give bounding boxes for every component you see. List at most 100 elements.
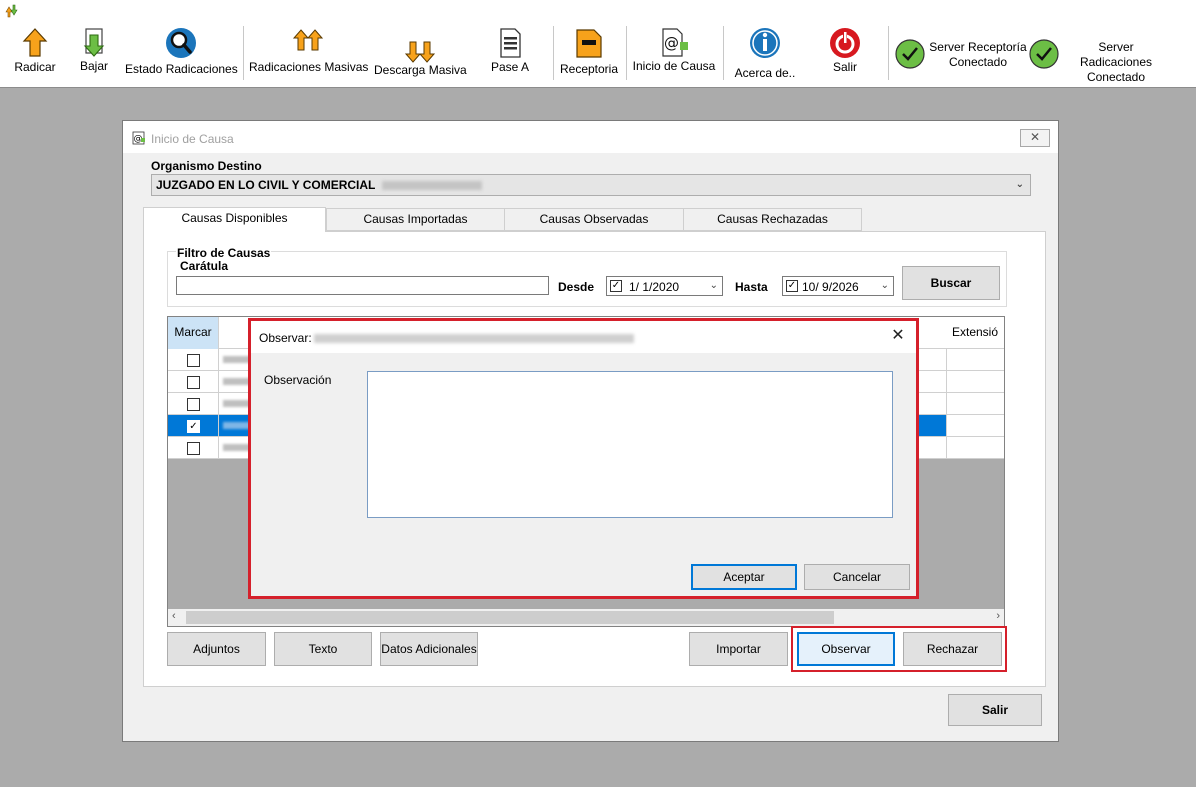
at-document-icon: @ [132,131,145,145]
radicar-button[interactable]: Radicar [12,24,58,84]
redacted-text [382,181,483,191]
dialog-close-button[interactable]: ✕ [888,326,908,346]
server-receptoria-name: Server Receptoría [929,40,1027,54]
desde-label: Desde [558,280,595,294]
scroll-left-icon[interactable]: ‹ [172,610,176,622]
tab-causas-disponibles[interactable]: Causas Disponibles [143,207,326,232]
radicaciones-masivas-label: Radicaciones Masivas [249,60,369,74]
datos-adicionales-button[interactable]: Datos Adicionales [380,632,478,666]
document-icon [500,28,521,58]
server-radicaciones-label: Server Radicaciones Conectado [1062,40,1170,85]
column-header-extension[interactable]: Extensió [946,317,1004,349]
toolbar-separator [723,26,724,80]
server-receptoria-status: Server Receptoría Conectado [894,38,1030,72]
extension-cell [946,393,1004,415]
salir-toolbar-label: Salir [832,60,857,74]
power-icon [830,28,860,58]
caratula-input[interactable] [176,276,549,295]
upload-arrow-icon [22,28,48,57]
estado-radicaciones-button[interactable]: Estado Radicaciones [125,24,238,84]
pase-a-label: Pase A [490,60,530,74]
check-icon [895,39,925,69]
hasta-checkbox[interactable]: ✓ [786,280,798,292]
toolbar-separator [626,26,627,80]
observacion-textarea[interactable] [367,371,893,518]
svg-text:@: @ [664,34,679,52]
search-icon [166,28,196,58]
row-checkbox[interactable] [187,354,200,367]
info-icon [750,28,780,58]
hasta-label: Hasta [735,280,768,294]
bajar-label: Bajar [79,59,108,73]
pase-a-button[interactable]: Pase A [488,24,532,84]
window-titlebar: @ Inicio de Causa ✕ [123,121,1058,153]
row-checkbox[interactable] [187,442,200,455]
hasta-date-value: 10/ 9/2026 [802,280,859,294]
server-receptoria-label: Server Receptoría Conectado [928,40,1028,70]
acerca-de-label: Acerca de.. [734,66,796,80]
bajar-button[interactable]: Bajar [76,24,112,84]
extension-cell [946,437,1004,459]
organismo-destino-label: Organismo Destino [151,159,262,173]
server-radicaciones-name: Server Radicaciones [1079,40,1153,69]
extension-cell [946,415,1004,437]
marcar-cell[interactable] [168,349,219,371]
radicaciones-masivas-button[interactable]: Radicaciones Masivas [249,24,369,84]
radicar-label: Radicar [14,60,56,74]
window-close-button[interactable]: ✕ [1020,129,1050,147]
row-checkbox-checked[interactable]: ✓ [187,420,200,433]
estado-radicaciones-label: Estado Radicaciones [125,62,238,76]
marcar-cell[interactable]: ✓ [168,415,219,437]
marcar-cell[interactable] [168,437,219,459]
extension-cell [946,349,1004,371]
download-arrow-icon [83,28,105,57]
tab-causas-observadas[interactable]: Causas Observadas [504,208,684,231]
server-radicaciones-status: Server Radicaciones Conectado [1028,38,1178,84]
receptoria-button[interactable]: Receptoria [557,24,621,84]
filtro-de-causas-legend: Filtro de Causas [176,246,272,260]
dialog-title-text: Observar: [259,331,312,345]
organismo-destino-value: JUZGADO EN LO CIVIL Y COMERCIAL [156,178,376,192]
row-checkbox[interactable] [187,398,200,411]
toolbar-separator [553,26,554,80]
importar-button[interactable]: Importar [689,632,788,666]
salir-toolbar-button[interactable]: Salir [823,24,867,84]
marcar-cell[interactable] [168,393,219,415]
caratula-label: Carátula [180,259,229,273]
column-header-marcar[interactable]: Marcar [168,317,219,349]
scroll-right-icon[interactable]: › [996,610,1000,622]
cancelar-button[interactable]: Cancelar [804,564,910,590]
desde-checkbox[interactable]: ✓ [610,280,622,292]
desde-date-picker[interactable]: ✓ 1/ 1/2020 ⌄ [606,276,723,296]
salir-button[interactable]: Salir [948,694,1042,726]
tab-causas-importadas[interactable]: Causas Importadas [326,208,505,231]
chevron-down-icon: ⌄ [880,280,889,291]
texto-button[interactable]: Texto [274,632,372,666]
inicio-de-causa-label: Inicio de Causa [632,59,716,73]
buscar-button[interactable]: Buscar [902,266,1000,300]
highlight-box-observar-rechazar [791,626,1007,672]
server-receptoria-state: Conectado [948,55,1008,69]
check-icon [1029,39,1059,69]
marcar-cell[interactable] [168,371,219,393]
dialog-titlebar: Observar: ✕ [251,321,916,353]
filtro-de-causas-group: Filtro de Causas Carátula Desde ✓ 1/ 1/2… [167,246,1007,307]
extension-cell [946,371,1004,393]
toolbar-separator [243,26,244,80]
descarga-masiva-button[interactable]: Descarga Masiva [374,24,467,84]
organismo-destino-select[interactable]: JUZGADO EN LO CIVIL Y COMERCIAL ⌄ [151,174,1031,196]
redacted-text [313,334,634,344]
window-title: Inicio de Causa [151,132,234,146]
adjuntos-button[interactable]: Adjuntos [167,632,266,666]
multi-download-icon [404,41,436,63]
acerca-de-button[interactable]: Acerca de.. [730,24,800,84]
hasta-date-picker[interactable]: ✓ 10/ 9/2026 ⌄ [782,276,894,296]
grid-horizontal-scrollbar[interactable]: ‹ › [168,609,1004,626]
receptoria-label: Receptoria [559,62,619,76]
chevron-down-icon: ⌄ [709,280,718,291]
tab-causas-rechazadas[interactable]: Causas Rechazadas [683,208,862,231]
inicio-de-causa-button[interactable]: @ Inicio de Causa [630,24,718,84]
row-checkbox[interactable] [187,376,200,389]
scrollbar-thumb[interactable] [186,611,834,624]
aceptar-button[interactable]: Aceptar [691,564,797,590]
